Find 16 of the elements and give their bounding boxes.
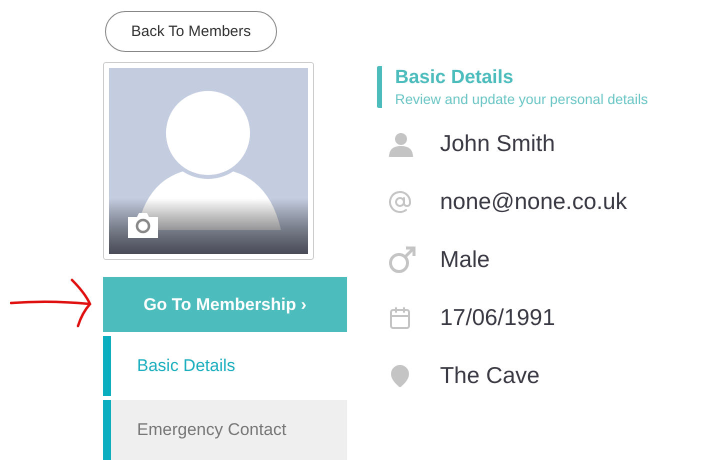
at-sign-icon (388, 190, 412, 214)
person-icon (388, 130, 414, 156)
section-subtitle: Review and update your personal details (395, 90, 648, 108)
detail-value: 17/06/1991 (440, 304, 556, 331)
camera-icon[interactable] (128, 211, 158, 238)
detail-value: none@none.co.uk (440, 188, 628, 215)
detail-value: The Cave (440, 362, 540, 389)
nav-item[interactable]: Emergency Contact (103, 400, 347, 460)
calendar-icon (388, 306, 412, 330)
membership-button[interactable]: Go To Membership › (103, 277, 347, 332)
detail-value: Male (440, 246, 490, 273)
back-button[interactable]: Back To Members (105, 11, 277, 52)
map-pin-icon (388, 364, 412, 388)
male-symbol-icon (388, 246, 416, 274)
detail-value: John Smith (440, 130, 556, 157)
section-title: Basic Details (395, 66, 514, 90)
